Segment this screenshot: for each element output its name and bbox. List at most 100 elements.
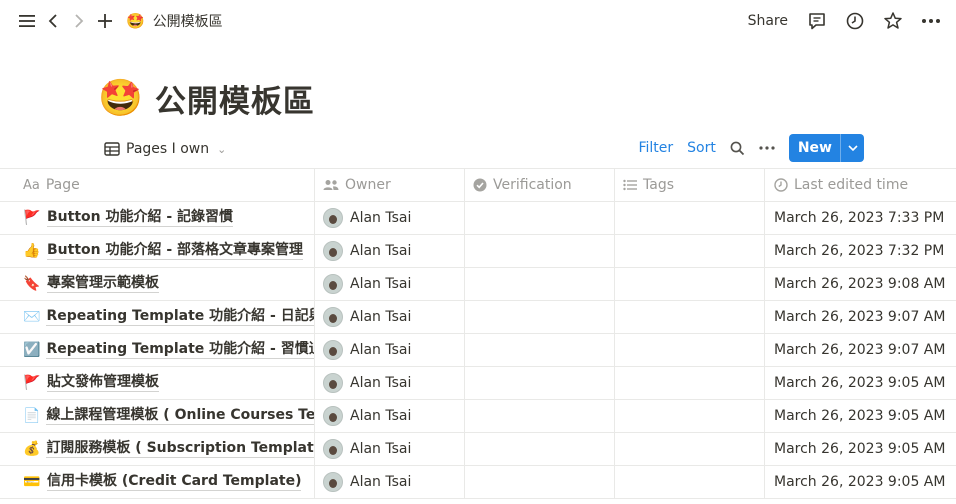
owner-cell[interactable]: Alan Tsai [315,433,465,465]
verification-cell[interactable] [465,235,615,267]
page-cell[interactable]: 💳 信用卡模板 (Credit Card Template) [0,466,315,498]
last-edited-cell: March 26, 2023 9:05 AM [765,466,956,498]
new-button[interactable]: New [788,134,864,162]
tags-cell[interactable] [615,400,765,432]
avatar [323,241,343,261]
page-title-link[interactable]: Repeating Template 功能介紹 - 日記與覆盤 [46,308,314,326]
page-emoji-icon: 🚩 [23,210,41,226]
verification-cell[interactable] [465,400,615,432]
table-row[interactable]: 🚩 Button 功能介紹 - 記錄習慣 Alan Tsai March 26,… [0,202,956,235]
owner-cell[interactable]: Alan Tsai [315,301,465,333]
page-cell[interactable]: 🔖 專案管理示範模板 [0,268,315,300]
avatar [323,274,343,294]
table-row[interactable]: 📄 線上課程管理模板 ( Online Courses Template ) A… [0,400,956,433]
tags-cell[interactable] [615,433,765,465]
more-options-icon[interactable] [918,8,944,34]
table-row[interactable]: 🚩 貼文發佈管理模板 Alan Tsai March 26, 2023 9:05… [0,367,956,400]
page-cell[interactable]: 🚩 Button 功能介紹 - 記錄習慣 [0,202,315,234]
verification-cell[interactable] [465,466,615,498]
add-page-icon[interactable] [92,8,118,34]
table-row[interactable]: 💳 信用卡模板 (Credit Card Template) Alan Tsai… [0,466,956,499]
view-selector[interactable]: Pages I own ⌄ [104,141,226,157]
page-title-link[interactable]: 線上課程管理模板 ( Online Courses Template ) [46,407,314,425]
tags-cell[interactable] [615,334,765,366]
last-edited-time: March 26, 2023 9:05 AM [774,441,946,457]
table-row[interactable]: 👍 Button 功能介紹 - 部落格文章專案管理 Alan Tsai Marc… [0,235,956,268]
last-edited-time: March 26, 2023 9:08 AM [774,276,946,292]
page-title-link[interactable]: Repeating Template 功能介紹 - 習慣追蹤（ [46,341,314,359]
top-bar: 🤩 公開模板區 Share [0,0,956,42]
filter-button[interactable]: Filter [638,140,673,156]
page-title[interactable]: 公開模板區 [155,76,315,121]
top-bar-right: Share [748,0,944,42]
forward-arrow-icon[interactable] [66,8,92,34]
page-title-link[interactable]: Button 功能介紹 - 記錄習慣 [47,209,234,227]
more-horizontal-icon[interactable] [759,146,775,150]
page-cell[interactable]: 📄 線上課程管理模板 ( Online Courses Template ) [0,400,315,432]
page-title-link[interactable]: Button 功能介紹 - 部落格文章專案管理 [47,242,304,260]
person-property-icon [323,179,339,191]
avatar [323,340,343,360]
page-title-link[interactable]: 訂閱服務模板 ( Subscription Template ) [46,440,314,458]
verification-cell[interactable] [465,268,615,300]
last-edited-time: March 26, 2023 9:07 AM [774,309,946,325]
page-emoji-icon[interactable]: 🤩 [98,78,143,119]
page-title-link[interactable]: 貼文發佈管理模板 [47,374,159,392]
tags-cell[interactable] [615,202,765,234]
tags-cell[interactable] [615,466,765,498]
page-cell[interactable]: ✉️ Repeating Template 功能介紹 - 日記與覆盤 [0,301,315,333]
table-row[interactable]: 💰 訂閱服務模板 ( Subscription Template ) Alan … [0,433,956,466]
owner-cell[interactable]: Alan Tsai [315,202,465,234]
column-header-last-edited[interactable]: Last edited time [765,169,956,201]
column-header-page[interactable]: Aa Page [0,169,315,201]
database-view-bar: Pages I own ⌄ Filter Sort New [104,134,864,164]
owner-cell[interactable]: Alan Tsai [315,400,465,432]
search-icon[interactable] [730,141,745,156]
page-header: 🤩 公開模板區 [98,76,315,121]
tags-cell[interactable] [615,268,765,300]
new-dropdown-chevron-icon[interactable] [840,134,864,162]
verification-cell[interactable] [465,334,615,366]
owner-cell[interactable]: Alan Tsai [315,268,465,300]
verification-cell[interactable] [465,367,615,399]
page-emoji-icon: 👍 [23,243,41,259]
menu-icon[interactable] [14,8,40,34]
table-row[interactable]: 🔖 專案管理示範模板 Alan Tsai March 26, 2023 9:08… [0,268,956,301]
column-header-verification[interactable]: Verification [465,169,615,201]
avatar [323,208,343,228]
page-cell[interactable]: ☑️ Repeating Template 功能介紹 - 習慣追蹤（ [0,334,315,366]
verification-cell[interactable] [465,301,615,333]
owner-cell[interactable]: Alan Tsai [315,235,465,267]
owner-cell[interactable]: Alan Tsai [315,466,465,498]
page-emoji-icon: ✉️ [23,309,41,325]
chevron-down-icon: ⌄ [217,142,227,156]
sort-button[interactable]: Sort [687,140,716,156]
page-cell[interactable]: 🚩 貼文發佈管理模板 [0,367,315,399]
table-row[interactable]: ☑️ Repeating Template 功能介紹 - 習慣追蹤（ Alan … [0,334,956,367]
share-button[interactable]: Share [748,13,788,29]
favorite-star-icon[interactable] [880,8,906,34]
page-title-link[interactable]: 信用卡模板 (Credit Card Template) [47,473,302,491]
page-emoji-icon: ☑️ [23,342,41,358]
back-arrow-icon[interactable] [40,8,66,34]
comment-icon[interactable] [804,8,830,34]
tags-cell[interactable] [615,235,765,267]
page-title-link[interactable]: 專案管理示範模板 [47,275,159,293]
tags-cell[interactable] [615,301,765,333]
column-header-tags[interactable]: Tags [615,169,765,201]
page-cell[interactable]: 💰 訂閱服務模板 ( Subscription Template ) [0,433,315,465]
new-button-label[interactable]: New [789,134,840,162]
column-header-owner[interactable]: Owner [315,169,465,201]
top-bar-left: 🤩 公開模板區 [0,8,223,34]
owner-name: Alan Tsai [350,441,412,457]
tags-cell[interactable] [615,367,765,399]
history-clock-icon[interactable] [842,8,868,34]
page-cell[interactable]: 👍 Button 功能介紹 - 部落格文章專案管理 [0,235,315,267]
table-row[interactable]: ✉️ Repeating Template 功能介紹 - 日記與覆盤 Alan … [0,301,956,334]
owner-cell[interactable]: Alan Tsai [315,334,465,366]
breadcrumb[interactable]: 🤩 公開模板區 [126,11,223,31]
verification-cell[interactable] [465,433,615,465]
owner-cell[interactable]: Alan Tsai [315,367,465,399]
owner-name: Alan Tsai [350,210,412,226]
verification-cell[interactable] [465,202,615,234]
